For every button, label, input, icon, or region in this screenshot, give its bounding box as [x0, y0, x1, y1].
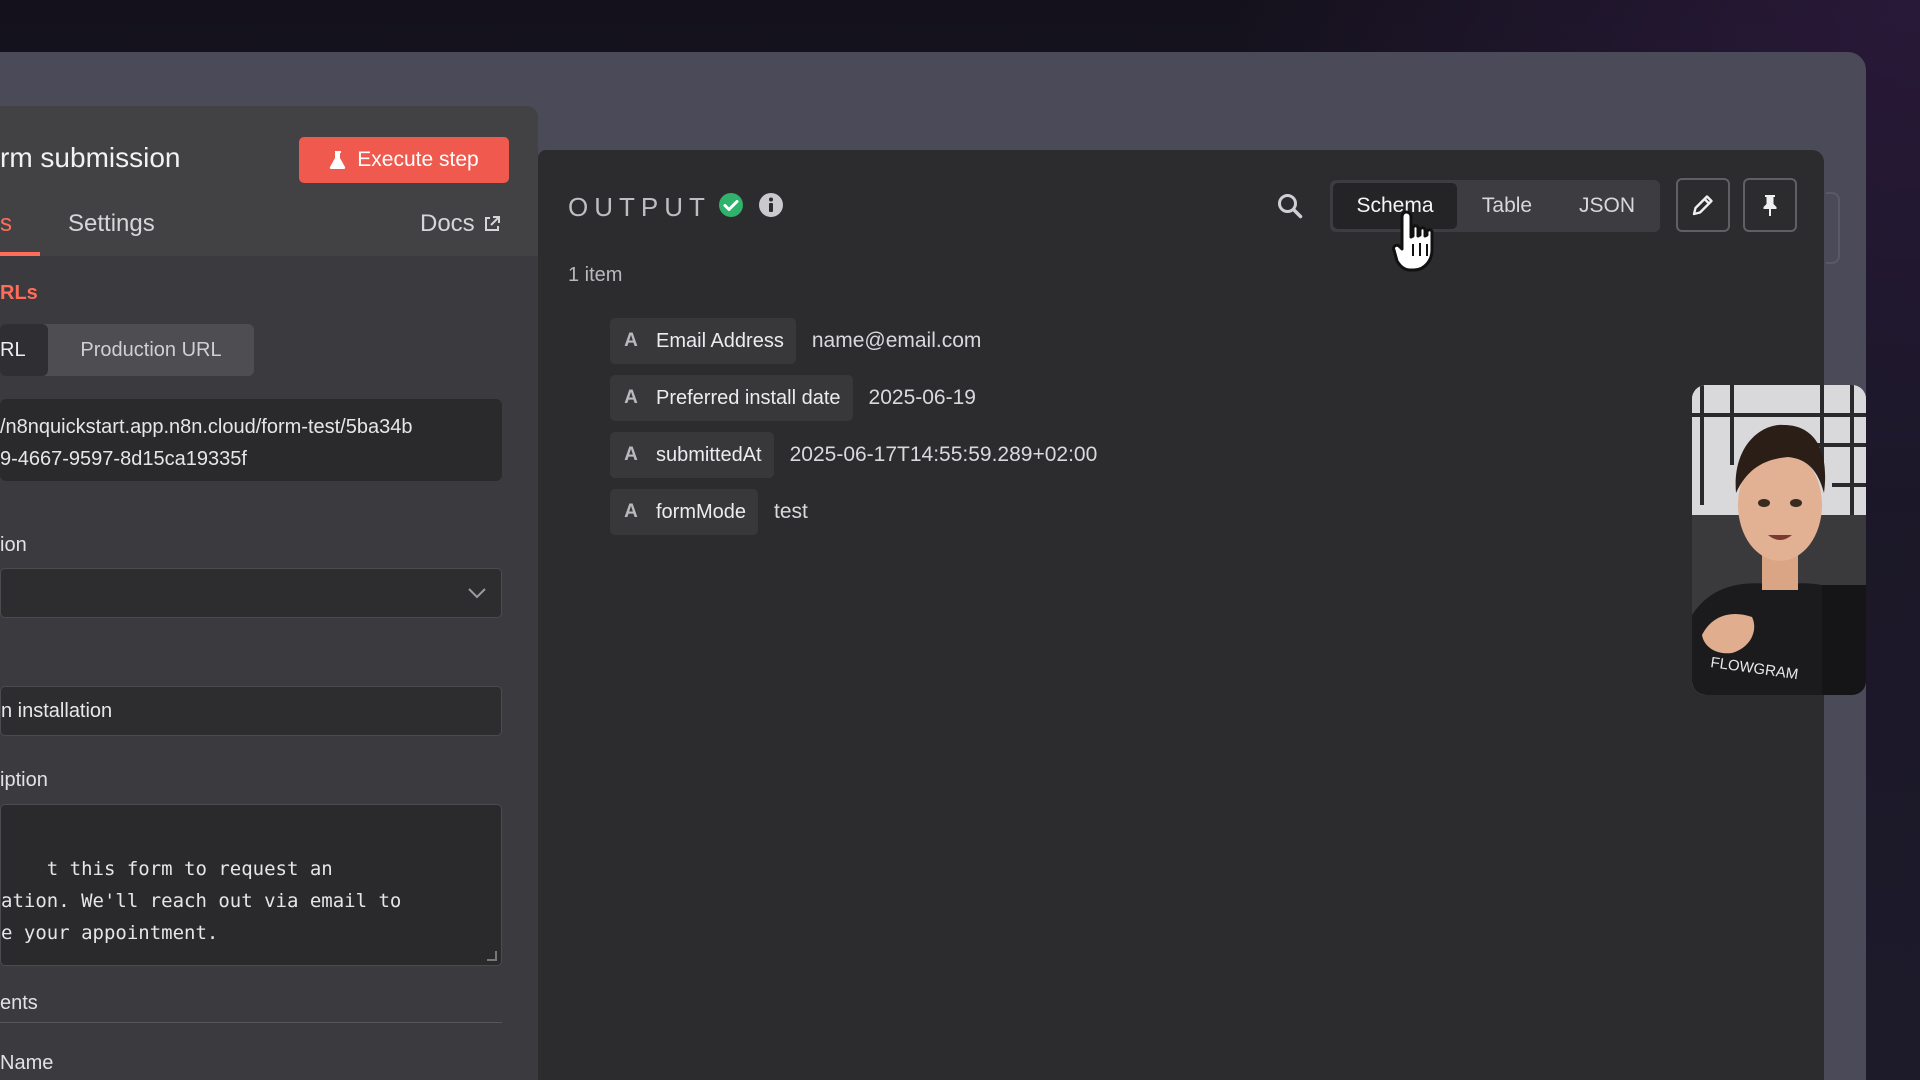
webhook-url-display[interactable]: /n8nquickstart.app.n8n.cloud/form-test/5… — [0, 399, 502, 481]
output-title: OUTPUT — [568, 192, 711, 222]
table-view-button[interactable]: Table — [1457, 183, 1557, 229]
schema-field-key[interactable]: A formMode — [610, 489, 759, 535]
authentication-select[interactable] — [0, 568, 502, 618]
production-url-tab[interactable]: Production URL — [48, 324, 254, 376]
presenter-video: FLOWGRAM — [1692, 385, 1866, 695]
chevron-down-icon — [468, 588, 486, 599]
schema-field-key[interactable]: A submittedAt — [610, 432, 774, 478]
check-circle-icon — [719, 193, 743, 217]
schema-row: A submittedAt 2025-06-17T14:55:59.289+02… — [610, 432, 1097, 478]
tab-docs[interactable]: Docs — [420, 210, 501, 238]
schema-row: A Email Address name@email.com — [610, 318, 981, 364]
field-name-label: Name — [0, 1052, 54, 1074]
string-type-icon: A — [624, 501, 638, 522]
external-link-icon — [484, 216, 500, 231]
info-icon[interactable] — [758, 192, 784, 218]
string-type-icon: A — [624, 387, 638, 408]
webhook-url-line-2: 9-4667-9597-8d15ca19335f — [0, 448, 247, 470]
resize-handle[interactable] — [487, 951, 497, 961]
flask-icon — [330, 151, 346, 169]
tab-parameters[interactable]: s — [0, 210, 12, 238]
webhook-url-line-1: /n8nquickstart.app.n8n.cloud/form-test/5… — [0, 416, 413, 438]
schema-row: A Preferred install date 2025-06-19 — [610, 375, 976, 421]
schema-field-value: 2025-06-19 — [868, 386, 976, 409]
form-description-textarea[interactable]: t this form to request an ation. We'll r… — [0, 804, 502, 966]
schema-field-key[interactable]: A Email Address — [610, 318, 796, 364]
schema-field-value: name@email.com — [811, 329, 982, 352]
string-type-icon: A — [624, 444, 638, 465]
schema-field-value: test — [774, 500, 808, 523]
webcam-overlay: FLOWGRAM — [1692, 385, 1866, 695]
parameters-panel: rm submission Execute step s Settings Do… — [0, 106, 538, 1080]
schema-row: A formMode test — [610, 489, 808, 535]
pin-icon — [1763, 195, 1777, 216]
authentication-label: ion — [0, 534, 27, 556]
test-url-tab[interactable]: RL — [0, 324, 48, 376]
schema-field-name: Preferred install date — [656, 386, 841, 409]
output-item-count: 1 item — [568, 264, 623, 286]
schema-field-key[interactable]: A Preferred install date — [610, 375, 853, 421]
url-type-toggle: RL Production URL — [0, 324, 254, 376]
schema-field-value: 2025-06-17T14:55:59.289+02:00 — [789, 443, 1098, 466]
json-view-button[interactable]: JSON — [1557, 183, 1657, 229]
form-description-label: iption — [0, 769, 48, 791]
schema-field-name: submittedAt — [656, 443, 762, 466]
tab-settings[interactable]: Settings — [68, 210, 155, 238]
webhook-urls-section-title: RLs — [0, 282, 38, 304]
section-divider — [0, 1022, 502, 1023]
form-title-input[interactable]: n installation — [0, 686, 502, 736]
schema-view-button[interactable]: Schema — [1333, 183, 1457, 229]
output-panel-edge — [1826, 192, 1840, 264]
edit-output-button[interactable] — [1676, 178, 1730, 232]
search-icon[interactable] — [1276, 192, 1304, 220]
node-title: rm submission — [0, 142, 181, 173]
pencil-icon — [1692, 195, 1713, 216]
form-elements-label: ents — [0, 992, 38, 1014]
active-tab-indicator — [0, 252, 40, 256]
output-view-toggle: Schema Table JSON — [1330, 180, 1660, 232]
pin-data-button[interactable] — [1743, 178, 1797, 232]
schema-field-name: Email Address — [656, 329, 784, 352]
output-panel: OUTPUT Schema Table JSON 1 item A Email … — [538, 150, 1824, 1080]
schema-field-name: formMode — [656, 500, 747, 523]
tab-docs-label: Docs — [420, 210, 475, 237]
form-description-text: t this form to request an ation. We'll r… — [1, 858, 402, 944]
execute-step-button[interactable]: Execute step — [299, 137, 509, 183]
string-type-icon: A — [624, 330, 638, 351]
execute-step-label: Execute step — [357, 148, 479, 171]
